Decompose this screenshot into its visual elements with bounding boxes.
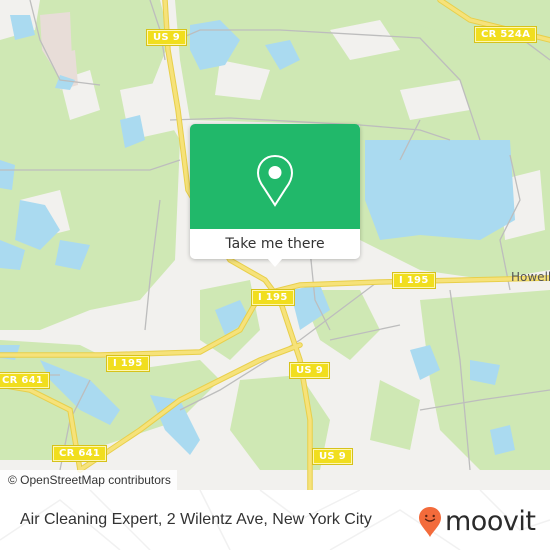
road-shield-cr641: CR 641	[0, 372, 51, 389]
road-shield-us9: US 9	[146, 29, 187, 46]
map-view[interactable]: US 9 CR 524A I 195 I 195 I 195 CR 641 US…	[0, 0, 550, 490]
map-attribution[interactable]: © OpenStreetMap contributors	[0, 470, 177, 490]
moovit-wordmark: moovit	[445, 506, 536, 537]
location-popup: Take me there	[190, 124, 360, 267]
road-shield-us9: US 9	[289, 362, 330, 379]
road-shield-i195: I 195	[392, 272, 436, 289]
popup-header	[190, 124, 360, 229]
road-shield-cr641: CR 641	[51, 445, 108, 462]
road-shield-us9: US 9	[312, 448, 353, 465]
road-shield-i195: I 195	[106, 355, 150, 372]
road-shield-cr524a: CR 524A	[473, 26, 538, 43]
place-label-howell: Howell	[511, 270, 550, 284]
road-shield-i195: I 195	[251, 289, 295, 306]
location-title: Air Cleaning Expert, 2 Wilentz Ave, New …	[20, 511, 372, 528]
map-pin-icon	[256, 154, 294, 207]
moovit-pin-icon	[419, 507, 441, 537]
moovit-logo[interactable]: moovit	[418, 505, 536, 539]
popup-pointer	[267, 258, 283, 267]
take-me-there-button[interactable]: Take me there	[190, 229, 360, 259]
